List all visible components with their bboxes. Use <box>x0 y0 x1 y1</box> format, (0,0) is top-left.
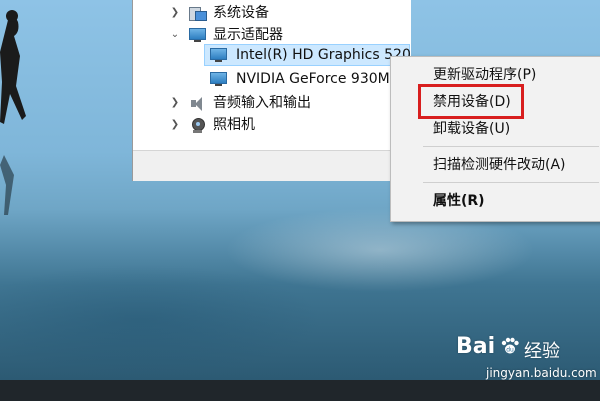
menu-item-properties[interactable]: 属性(R) <box>391 188 600 214</box>
collapse-arrow-icon[interactable]: ⌄ <box>169 24 181 46</box>
menu-item-scan-hardware[interactable]: 扫描检测硬件改动(A) <box>391 152 600 178</box>
menu-separator <box>423 182 599 183</box>
watermark-logo: Bai <box>456 334 496 359</box>
tree-item-system-devices[interactable]: ❯ 系统设备 <box>133 2 411 24</box>
watermark-url: jingyan.baidu.com <box>486 366 597 380</box>
monitor-icon <box>189 28 206 43</box>
tree-item-label: 显示适配器 <box>213 27 283 43</box>
runner-silhouette <box>0 10 26 125</box>
devices-icon <box>189 6 207 21</box>
device-manager-window: ❯ 系统设备 ⌄ 显示适配器 ❯ 音频输入和输出 ❯ 照相机 <box>132 0 411 181</box>
expand-arrow-icon[interactable]: ❯ <box>169 114 181 136</box>
speaker-icon <box>189 96 206 111</box>
tree-item-nvidia-graphics[interactable]: NVIDIA GeForce 930M <box>204 68 390 90</box>
context-menu: 更新驱动程序(P) 禁用设备(D) 卸载设备(U) 扫描检测硬件改动(A) 属性… <box>390 56 600 222</box>
tree-item-camera[interactable]: ❯ 照相机 <box>133 114 411 136</box>
tree-item-label: 系统设备 <box>213 5 269 21</box>
tree-item-label: NVIDIA GeForce 930M <box>236 71 390 87</box>
watermark-word: 经验 <box>524 341 560 362</box>
status-bar <box>133 150 411 181</box>
tree-item-label: Intel(R) HD Graphics 520 <box>236 47 410 63</box>
camera-icon <box>189 118 206 133</box>
menu-item-uninstall-device[interactable]: 卸载设备(U) <box>391 116 600 142</box>
menu-item-label: 卸载设备(U) <box>433 121 511 137</box>
svg-text:du: du <box>506 347 514 354</box>
expand-arrow-icon[interactable]: ❯ <box>169 92 181 114</box>
expand-arrow-icon[interactable]: ❯ <box>169 2 181 24</box>
menu-item-label: 扫描检测硬件改动(A) <box>433 157 566 173</box>
monitor-icon <box>210 72 227 87</box>
monitor-icon <box>210 48 227 63</box>
annotation-highlight-box <box>418 84 524 119</box>
tree-item-label: 照相机 <box>213 117 255 133</box>
tree-item-audio[interactable]: ❯ 音频输入和输出 <box>133 92 411 114</box>
menu-separator <box>423 146 599 147</box>
runner-reflection <box>0 155 14 215</box>
tree-item-label: 音频输入和输出 <box>213 95 311 111</box>
tree-item-intel-graphics[interactable]: Intel(R) HD Graphics 520 <box>204 44 410 66</box>
baidu-jingyan-watermark: Bai du 经验 jingyan.baidu.com <box>456 334 597 384</box>
menu-item-label: 属性(R) <box>433 193 485 209</box>
tree-item-display-adapters[interactable]: ⌄ 显示适配器 <box>133 24 411 46</box>
paw-icon: du <box>501 337 519 354</box>
